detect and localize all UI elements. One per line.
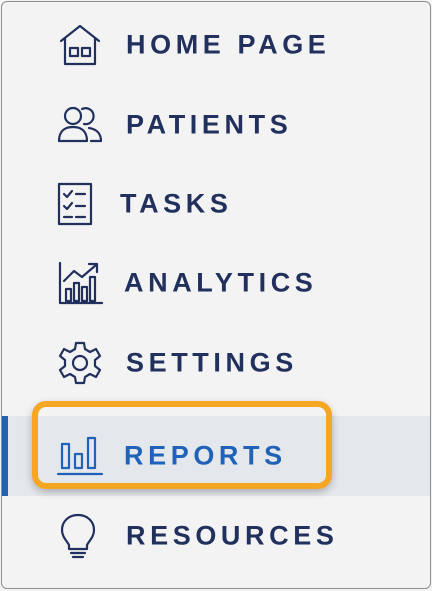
sidebar-item-settings[interactable]: SETTINGS: [2, 332, 430, 394]
sidebar-item-label: HOME PAGE: [126, 29, 331, 60]
lightbulb-icon: [54, 512, 102, 560]
active-indicator: [2, 416, 8, 496]
sidebar-item-reports[interactable]: REPORTS: [2, 416, 430, 496]
sidebar-item-label: SETTINGS: [126, 347, 298, 378]
checklist-icon: [52, 180, 100, 228]
sidebar-item-label: REPORTS: [124, 440, 287, 471]
sidebar-item-label: RESOURCES: [126, 520, 339, 551]
bar-chart-icon: [56, 432, 104, 480]
house-icon: [56, 21, 104, 69]
sidebar-item-tasks[interactable]: TASKS: [2, 173, 430, 235]
gear-icon: [56, 339, 104, 387]
users-icon: [56, 101, 104, 149]
sidebar-item-patients[interactable]: PATIENTS: [2, 94, 430, 156]
sidebar-item-label: PATIENTS: [126, 109, 293, 140]
sidebar-item-analytics[interactable]: ANALYTICS: [2, 252, 430, 314]
sidebar-item-label: ANALYTICS: [124, 267, 318, 298]
sidebar-item-label: TASKS: [120, 188, 233, 219]
sidebar-nav: HOME PAGE PATIENTS TASKS ANALYTICS SETTI…: [1, 1, 431, 589]
trend-chart-icon: [56, 259, 104, 307]
sidebar-item-home-page[interactable]: HOME PAGE: [2, 14, 430, 76]
sidebar-item-resources[interactable]: RESOURCES: [2, 505, 430, 567]
